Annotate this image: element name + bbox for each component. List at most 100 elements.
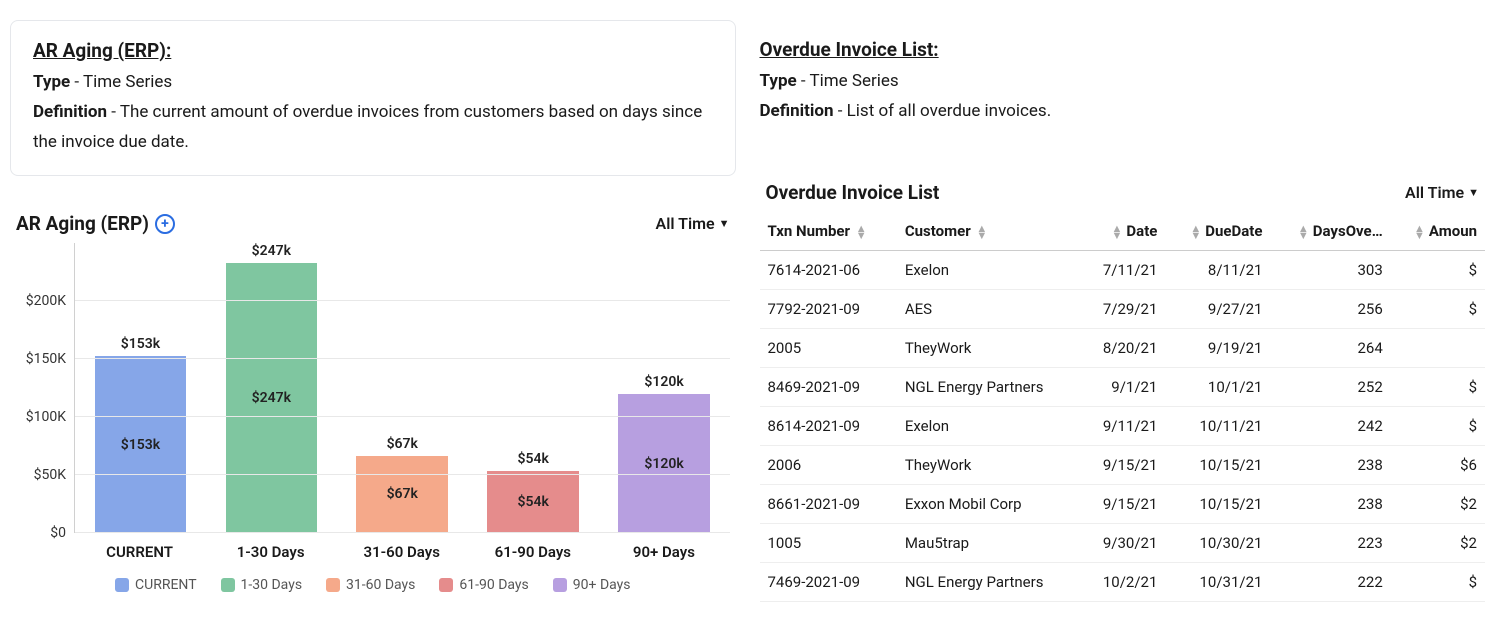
caret-down-icon: ▼ (1468, 186, 1479, 199)
table-row[interactable]: 7614-2021-06Exelon7/11/218/11/21303$ (760, 250, 1486, 289)
table-cell: Exelon (897, 406, 1081, 445)
table-cell: 222 (1270, 562, 1390, 601)
chart-panel-title: AR Aging (ERP) + (16, 212, 175, 235)
ar-aging-chart: $0$50K$100K$150K$200K $153k$153k$247k$24… (10, 243, 736, 593)
bar-top-label: $153k (121, 336, 160, 352)
table-row[interactable]: 1005Mau5trap9/30/2110/30/21223$2 (760, 523, 1486, 562)
table-row[interactable]: 8469-2021-09NGL Energy Partners9/1/2110/… (760, 367, 1486, 406)
table-cell: 2006 (760, 445, 897, 484)
table-cell: 7469-2021-09 (760, 562, 897, 601)
column-header[interactable]: ▲▼Date (1081, 212, 1165, 251)
table-cell: 9/1/21 (1081, 367, 1165, 406)
table-cell: $6 (1391, 445, 1485, 484)
table-row[interactable]: 8661-2021-09Exxon Mobil Corp9/15/2110/15… (760, 484, 1486, 523)
chart-x-axis: CURRENT1-30 Days31-60 Days61-90 Days90+ … (16, 543, 730, 561)
table-cell: $2 (1391, 484, 1485, 523)
sort-icon: ▲▼ (1298, 225, 1309, 239)
table-cell: 2005 (760, 328, 897, 367)
legend-item[interactable]: 61-90 Days (439, 577, 528, 593)
column-header[interactable]: ▲▼DaysOve… (1270, 212, 1390, 251)
table-cell: Mau5trap (897, 523, 1081, 562)
caret-down-icon: ▼ (719, 217, 730, 230)
table-cell: 10/15/21 (1165, 445, 1270, 484)
table-cell: 10/30/21 (1165, 523, 1270, 562)
column-header[interactable]: Customer ▲▼ (897, 212, 1081, 251)
table-cell: $ (1391, 250, 1485, 289)
table-cell: 303 (1270, 250, 1390, 289)
legend-item[interactable]: 31-60 Days (326, 577, 415, 593)
x-axis-label: 90+ Days (598, 543, 729, 561)
bar-top-label: $54k (517, 451, 548, 467)
legend-item[interactable]: 1-30 Days (221, 577, 303, 593)
invoice-definition: Definition - List of all overdue invoice… (760, 97, 1486, 127)
ar-aging-definition: Definition - The current amount of overd… (33, 98, 713, 158)
column-header[interactable]: Txn Number ▲▼ (760, 212, 897, 251)
invoice-title: Overdue Invoice List: (760, 38, 1486, 61)
bar[interactable]: $67k (356, 456, 448, 534)
y-tick-label: $150K (26, 351, 66, 367)
sort-icon: ▲▼ (856, 225, 867, 239)
table-cell: 256 (1270, 289, 1390, 328)
table-cell: NGL Energy Partners (897, 367, 1081, 406)
invoice-type: Type - Time Series (760, 67, 1486, 97)
table-cell: 264 (1270, 328, 1390, 367)
table-cell: 9/19/21 (1165, 328, 1270, 367)
legend-label: 1-30 Days (241, 577, 303, 593)
table-row[interactable]: 2006TheyWork9/15/2110/15/21238$6 (760, 445, 1486, 484)
legend-label: 90+ Days (573, 577, 631, 593)
table-row[interactable]: 7469-2021-09NGL Energy Partners10/2/2110… (760, 562, 1486, 601)
table-cell: 9/15/21 (1081, 484, 1165, 523)
table-cell: 8/11/21 (1165, 250, 1270, 289)
table-row[interactable]: 8614-2021-09Exelon9/11/2110/11/21242$ (760, 406, 1486, 445)
table-cell: 8661-2021-09 (760, 484, 897, 523)
legend-label: CURRENT (135, 577, 197, 593)
sort-icon: ▲▼ (976, 225, 987, 239)
table-cell: 8469-2021-09 (760, 367, 897, 406)
table-cell: 238 (1270, 484, 1390, 523)
table-cell: $ (1391, 562, 1485, 601)
table-cell: 9/11/21 (1081, 406, 1165, 445)
add-chart-icon[interactable]: + (155, 214, 175, 234)
table-cell (1391, 328, 1485, 367)
x-axis-label: 1-30 Days (205, 543, 336, 561)
x-axis-label: 61-90 Days (467, 543, 598, 561)
table-cell: $ (1391, 406, 1485, 445)
legend-item[interactable]: CURRENT (115, 577, 197, 593)
ar-aging-title: AR Aging (ERP): (33, 39, 713, 62)
bar[interactable]: $120k (618, 394, 710, 533)
table-time-filter[interactable]: All Time ▼ (1405, 183, 1479, 202)
table-cell: TheyWork (897, 328, 1081, 367)
column-header[interactable]: ▲▼DueDate (1165, 212, 1270, 251)
bar-top-label: $247k (252, 243, 291, 259)
table-cell: AES (897, 289, 1081, 328)
table-cell: 7792-2021-09 (760, 289, 897, 328)
table-cell: TheyWork (897, 445, 1081, 484)
table-cell: 10/15/21 (1165, 484, 1270, 523)
column-header[interactable]: ▲▼Amoun (1391, 212, 1485, 251)
table-cell: 10/11/21 (1165, 406, 1270, 445)
ar-aging-type: Type - Time Series (33, 68, 713, 98)
table-cell: 9/15/21 (1081, 445, 1165, 484)
invoice-table: Txn Number ▲▼Customer ▲▼▲▼Date▲▼DueDate▲… (760, 212, 1486, 602)
legend-label: 61-90 Days (459, 577, 528, 593)
table-cell: $ (1391, 289, 1485, 328)
chart-time-filter[interactable]: All Time ▼ (656, 214, 730, 233)
bar[interactable]: $54k (487, 471, 579, 534)
bar[interactable]: $153k (95, 356, 187, 533)
y-tick-label: $100K (26, 409, 66, 425)
legend-swatch (326, 578, 340, 592)
table-row[interactable]: 2005TheyWork8/20/219/19/21264 (760, 328, 1486, 367)
table-cell: 8614-2021-09 (760, 406, 897, 445)
table-row[interactable]: 7792-2021-09AES7/29/219/27/21256$ (760, 289, 1486, 328)
legend-swatch (553, 578, 567, 592)
table-cell: $2 (1391, 523, 1485, 562)
table-cell: 252 (1270, 367, 1390, 406)
table-cell: 10/31/21 (1165, 562, 1270, 601)
legend-item[interactable]: 90+ Days (553, 577, 631, 593)
bar[interactable]: $247k (226, 263, 318, 533)
legend-swatch (115, 578, 129, 592)
y-tick-label: $0 (50, 525, 66, 541)
legend-label: 31-60 Days (346, 577, 415, 593)
sort-icon: ▲▼ (1112, 225, 1123, 239)
chart-legend: CURRENT 1-30 Days 31-60 Days 61-90 Days 90+ … (16, 577, 730, 593)
